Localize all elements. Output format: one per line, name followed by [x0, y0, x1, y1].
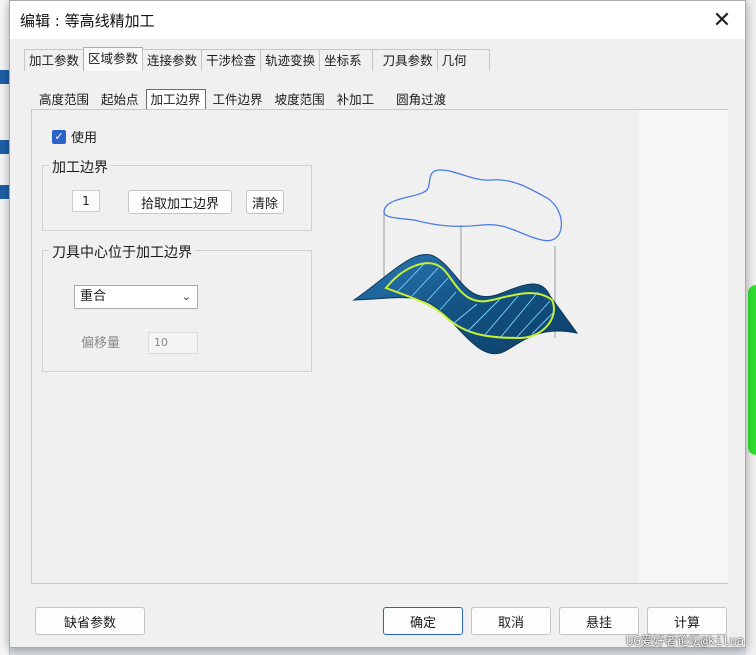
calculate-button[interactable]: 计算	[647, 607, 727, 635]
projected-curve	[383, 169, 563, 242]
subtab-height-range[interactable]: 高度范围	[34, 89, 94, 110]
clear-button[interactable]: 清除	[246, 190, 284, 214]
subtab-rest-machining[interactable]: 补加工	[332, 89, 380, 110]
tool-center-group-title: 刀具中心位于加工边界	[49, 242, 195, 262]
subtab-start-point[interactable]: 起始点	[96, 89, 144, 110]
close-icon[interactable]: ✕	[709, 7, 735, 33]
main-tabs: 加工参数 区域参数 连接参数 干涉检查 轨迹变换 坐标系 刀具参数 几何	[24, 47, 490, 71]
watermark: UG爱好者论坛@kilua	[626, 634, 744, 648]
tab-path-transform[interactable]: 轨迹变换	[260, 49, 321, 71]
cancel-button[interactable]: 取消	[471, 607, 551, 635]
use-checkbox-row[interactable]: ✓ 使用	[52, 127, 97, 146]
tab-connect-params[interactable]: 连接参数	[142, 49, 203, 71]
subtab-workpiece-boundary[interactable]: 工件边界	[208, 89, 268, 110]
tool-center-select-value: 重合	[80, 289, 107, 304]
subtab-fillet-transition[interactable]: 圆角过渡	[391, 89, 451, 110]
background-green-shape	[748, 285, 756, 455]
tab-coordinate-system[interactable]: 坐标系	[319, 49, 373, 71]
tab-machining-params[interactable]: 加工参数	[24, 49, 85, 71]
subtab-slope-range[interactable]: 坡度范围	[270, 89, 330, 110]
dialog-title: 编辑 : 等高线精加工	[20, 12, 155, 30]
subtab-machining-boundary[interactable]: 加工边界	[145, 89, 206, 110]
pick-boundary-button[interactable]: 拾取加工边界	[128, 190, 232, 214]
edit-dialog: 编辑 : 等高线精加工 ✕ 加工参数 区域参数 连接参数 干涉检查 轨迹变换 坐…	[9, 0, 746, 648]
tool-center-select[interactable]: 重合 ⌄	[74, 285, 198, 309]
boundary-illustration	[352, 169, 579, 355]
offset-input: 10	[148, 332, 198, 354]
machining-boundary-group-title: 加工边界	[49, 157, 111, 177]
side-panel	[639, 110, 728, 583]
tab-page: ✓ 使用 加工边界 1 拾取加工边界 清除 刀具中心位于加工边界 重合 ⌄ 偏移…	[31, 109, 728, 584]
offset-label: 偏移量	[81, 336, 121, 351]
use-checkbox-label: 使用	[71, 131, 98, 146]
chevron-down-icon: ⌄	[181, 290, 191, 303]
title-bar: 编辑 : 等高线精加工 ✕	[10, 1, 745, 39]
surface-shape	[352, 253, 579, 355]
ok-button[interactable]: 确定	[383, 607, 463, 635]
tab-geometry[interactable]: 几何	[436, 49, 490, 71]
tab-region-params[interactable]: 区域参数	[83, 47, 144, 71]
sub-tabs: 高度范围 起始点 加工边界 工件边界 坡度范围 补加工 圆角过渡	[34, 89, 453, 110]
use-checkbox[interactable]: ✓	[52, 129, 66, 144]
tab-interference-check[interactable]: 干涉检查	[201, 49, 262, 71]
boundary-count: 1	[72, 190, 100, 212]
suspend-button[interactable]: 悬挂	[559, 607, 639, 635]
tab-tool-params[interactable]: 刀具参数	[371, 49, 438, 71]
defaults-button[interactable]: 缺省参数	[35, 607, 145, 635]
